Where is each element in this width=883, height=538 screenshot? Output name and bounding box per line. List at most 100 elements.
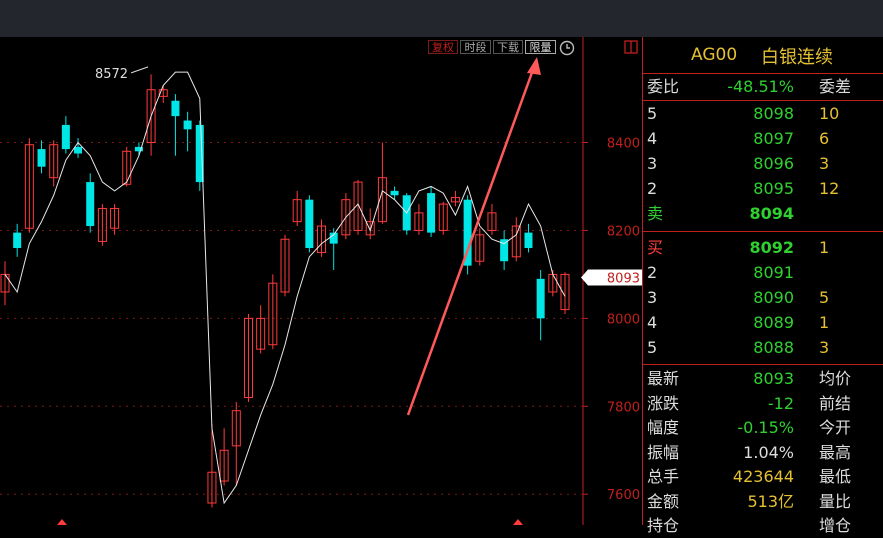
ask-level: 2 <box>647 179 658 198</box>
contract-code: AG00 <box>691 45 738 65</box>
bid-price: 8088 <box>753 338 794 357</box>
stat-row: 总手 423644 最低 <box>643 465 883 489</box>
weibi-row: 委比 -48.51% 委差 <box>643 75 883 99</box>
bid-price: 8092 <box>749 238 794 257</box>
ask-level: 3 <box>647 154 658 173</box>
ask-row: 卖 8094 <box>643 202 883 226</box>
stat-row: 振幅 1.04% 最高 <box>643 441 883 465</box>
quote-panel: AG00 白银连续 委比 -48.51% 委差 5 8098 10 4 8097 6 3 80… <box>642 37 883 535</box>
candle-body <box>427 193 436 233</box>
bid-level: 5 <box>647 338 658 357</box>
weibi-value: -48.51% <box>727 77 794 96</box>
candle-body <box>37 149 46 167</box>
stat-label-2: 最高 <box>819 442 852 462</box>
ask-price: 8098 <box>753 104 794 123</box>
y-tick-label: 8400 <box>607 137 640 152</box>
stat-value: -0.15% <box>737 418 794 437</box>
bid-level: 4 <box>647 313 658 332</box>
stat-label-2: 均价 <box>819 369 852 388</box>
top-bar <box>0 0 883 37</box>
stat-label: 总手 <box>647 467 680 486</box>
ask-price: 8096 <box>753 154 794 173</box>
ask-row: 2 8095 12 <box>643 177 883 201</box>
stat-label-2: 量比 <box>819 491 852 511</box>
y-tick-label: 7800 <box>607 400 640 415</box>
current-price-label: 8093 <box>607 271 640 286</box>
ask-volume: 3 <box>819 154 830 173</box>
bid-row: 买 8092 1 <box>643 236 883 260</box>
divider <box>643 364 883 365</box>
clock-icon[interactable] <box>559 40 575 56</box>
stat-label: 幅度 <box>647 418 680 437</box>
candle-body <box>524 232 533 249</box>
bid-row: 4 8089 1 <box>643 311 883 335</box>
ask-volume: 6 <box>819 129 830 148</box>
candle-body <box>74 146 83 154</box>
max-price-label: 8572 <box>95 67 128 82</box>
kline-chart[interactable]: 8400 8200 8000 7800 7600 8572 8093 复权 时段 下载 限量 <box>0 37 642 525</box>
ask-price: 8094 <box>749 204 794 223</box>
bid-level: 2 <box>647 263 658 282</box>
bid-volume: 5 <box>819 288 830 307</box>
bid-level: 买 <box>647 238 664 257</box>
stat-label: 持仓 <box>647 516 680 535</box>
download-button[interactable]: 下载 <box>493 40 523 54</box>
weibi-label: 委比 <box>647 77 680 96</box>
time-period-button[interactable]: 时段 <box>460 40 491 54</box>
ask-level: 5 <box>647 104 658 123</box>
annotation-arrow <box>406 66 536 416</box>
divider <box>643 231 883 232</box>
stat-label-2: 前结 <box>819 393 852 413</box>
candle-body <box>536 278 545 319</box>
bid-row: 3 8090 5 <box>643 286 883 310</box>
ask-level: 4 <box>647 129 658 148</box>
candle-body <box>305 199 314 249</box>
stat-value: 513亿 <box>747 491 794 511</box>
divider <box>643 100 883 101</box>
stat-label: 最新 <box>647 369 680 388</box>
ask-price: 8097 <box>753 129 794 148</box>
stat-label-2: 最低 <box>819 467 852 486</box>
bid-price: 8090 <box>753 288 794 307</box>
candle-body <box>13 232 22 249</box>
ask-volume: 10 <box>819 104 840 123</box>
bid-level: 3 <box>647 288 658 307</box>
annotation-arrowhead <box>527 57 541 75</box>
limit-volume-button[interactable]: 限量 <box>525 40 556 54</box>
ask-level: 卖 <box>647 204 664 223</box>
bottom-marker <box>57 519 67 525</box>
y-tick-label: 7600 <box>607 488 640 503</box>
stat-value: 8093 <box>753 369 794 388</box>
stat-value: 1.04% <box>743 442 794 462</box>
bid-row: 2 8091 <box>643 261 883 285</box>
stat-row: 最新 8093 均价 <box>643 367 883 391</box>
candle-body <box>61 124 70 150</box>
contract-name: 白银连续 <box>761 47 833 68</box>
candle-body <box>183 120 192 130</box>
ask-row: 4 8097 6 <box>643 127 883 151</box>
max-leader <box>130 66 149 74</box>
stat-label: 涨跌 <box>647 393 680 413</box>
divider <box>643 73 883 74</box>
stat-row: 金额 513亿 量比 <box>643 490 883 514</box>
bid-price: 8091 <box>753 263 794 282</box>
stat-label: 金额 <box>647 491 680 511</box>
y-tick-label: 8000 <box>607 312 640 327</box>
stat-row: 幅度 -0.15% 今开 <box>643 416 883 440</box>
fuquan-button[interactable]: 复权 <box>428 40 458 54</box>
weicha-label: 委差 <box>819 77 852 96</box>
stat-value: -12 <box>767 393 794 413</box>
y-tick-label: 8200 <box>607 224 640 239</box>
stat-label: 振幅 <box>647 442 680 462</box>
kline-svg[interactable]: 8400 8200 8000 7800 7600 8572 8093 <box>0 37 642 525</box>
ask-volume: 12 <box>819 179 840 198</box>
quote-header: AG00 白银连续 <box>643 37 883 73</box>
ask-price: 8095 <box>753 179 794 198</box>
panel-toggle-icon[interactable] <box>624 40 638 54</box>
bid-volume: 3 <box>819 338 830 357</box>
stat-label-2: 增仓 <box>819 516 852 535</box>
candle-body <box>86 182 95 227</box>
bottom-marker <box>513 519 523 525</box>
bid-volume: 1 <box>819 238 830 257</box>
ask-row: 5 8098 10 <box>643 102 883 126</box>
